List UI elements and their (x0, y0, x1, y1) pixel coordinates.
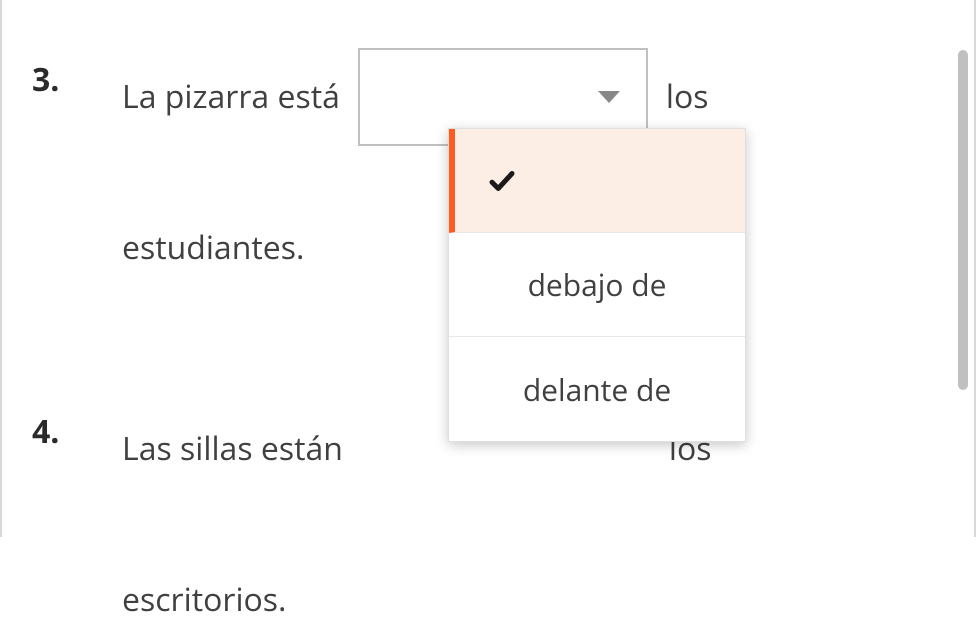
dropdown-option-blank[interactable] (449, 129, 745, 233)
scrollbar[interactable] (958, 50, 968, 390)
question-line-1: La pizarra está los (122, 0, 944, 146)
exercise-content: 3. La pizarra está los estudiantes. (2, 0, 974, 632)
check-icon (487, 166, 517, 196)
dropdown-option-debajo[interactable]: debajo de (449, 233, 745, 337)
question-number: 4. (32, 352, 122, 453)
sentence-continuation: escritorios. (122, 498, 944, 632)
dropdown-option-label: debajo de (528, 264, 667, 305)
dropdown-option-delante[interactable]: delante de (449, 337, 745, 441)
dropdown-panel: debajo de delante de (448, 128, 746, 442)
sentence-before: La pizarra está (122, 65, 340, 129)
sentence-before: Las sillas están (122, 417, 343, 481)
chevron-down-icon (598, 91, 620, 103)
question-number: 3. (32, 0, 122, 101)
question-3: 3. La pizarra está los estudiantes. (32, 0, 944, 280)
sentence-after: los (666, 65, 709, 129)
dropdown-option-label: delante de (523, 369, 671, 410)
